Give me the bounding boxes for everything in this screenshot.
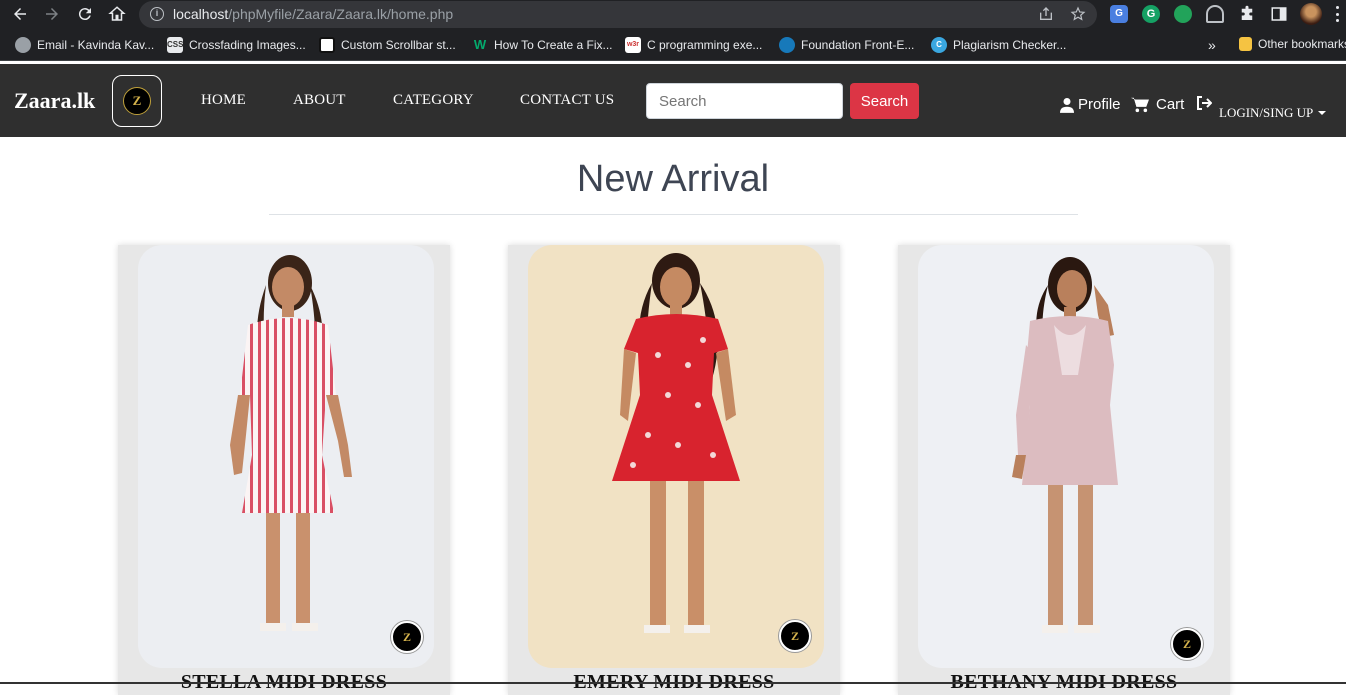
logo-icon: Z: [123, 87, 151, 115]
bookmark-star-icon[interactable]: [1070, 6, 1086, 22]
nav-category[interactable]: CATEGORY: [393, 92, 474, 109]
product-image[interactable]: [528, 245, 824, 668]
bookmark-email[interactable]: Email - Kavinda Kav...: [15, 37, 154, 53]
translate-extension-icon[interactable]: G: [1110, 5, 1128, 23]
product-card[interactable]: Z EMERY MIDI DRESS: [508, 245, 840, 695]
brand-badge-icon: Z: [779, 620, 811, 652]
globe-icon: [15, 37, 31, 53]
w3r-icon: w3r: [625, 37, 641, 53]
nav-contact-us[interactable]: CONTACT US: [520, 92, 614, 109]
address-bar[interactable]: i localhost/phpMyfile/Zaara/Zaara.lk/hom…: [139, 1, 1097, 28]
folder-icon: [1239, 37, 1252, 51]
cart-icon: [1131, 97, 1149, 112]
extension-green-icon[interactable]: [1174, 5, 1192, 23]
c-icon: C: [931, 37, 947, 53]
product-card[interactable]: Z BETHANY MIDI DRESS: [898, 245, 1230, 695]
product-card[interactable]: Z STELLA MIDI DRESS: [118, 245, 450, 695]
css3-icon: CSS: [167, 37, 183, 53]
forward-icon[interactable]: [41, 3, 63, 25]
address-bar-row: i localhost/phpMyfile/Zaara/Zaara.lk/hom…: [0, 0, 1346, 29]
site-info-icon[interactable]: i: [150, 7, 164, 21]
bookmarks-bar: Email - Kavinda Kav... CSS Crossfading Im…: [0, 29, 1346, 61]
w-icon: W: [473, 37, 487, 52]
other-bookmarks[interactable]: Other bookmarks: [1239, 37, 1346, 51]
reload-icon[interactable]: [74, 3, 96, 25]
brand-badge-icon: Z: [391, 621, 423, 653]
grammarly-extension-icon[interactable]: G: [1142, 5, 1160, 23]
brand-logo[interactable]: Z: [112, 75, 162, 127]
codepen-icon: [319, 37, 335, 53]
bookmark-foundation[interactable]: Foundation Front-E...: [779, 37, 914, 53]
bookmark-scrollbar[interactable]: Custom Scrollbar st...: [319, 37, 456, 53]
nav-about[interactable]: ABOUT: [293, 92, 346, 109]
home-icon[interactable]: [106, 3, 128, 25]
search-input[interactable]: [646, 83, 843, 119]
extensions-puzzle-icon[interactable]: [1238, 5, 1256, 23]
product-image[interactable]: [138, 245, 434, 668]
bookmark-plagiarism[interactable]: C Plagiarism Checker...: [931, 37, 1066, 53]
brand-name[interactable]: Zaara.lk: [14, 88, 95, 114]
cart-link[interactable]: Cart: [1131, 96, 1184, 113]
nav-home[interactable]: HOME: [201, 92, 246, 109]
site-navbar: Zaara.lk Z HOME ABOUT CATEGORY CONTACT U…: [0, 64, 1346, 137]
title-divider: [269, 214, 1078, 215]
section-title: New Arrival: [576, 158, 770, 200]
product-image[interactable]: [918, 245, 1214, 668]
user-icon: [1060, 97, 1074, 113]
url-text: localhost/phpMyfile/Zaara/Zaara.lk/home.…: [173, 6, 454, 22]
share-icon[interactable]: [1038, 6, 1054, 22]
bookmark-c-programming[interactable]: w3r C programming exe...: [625, 37, 762, 53]
sidepanel-icon[interactable]: [1270, 5, 1288, 23]
login-dropdown[interactable]: LOGIN/SING UP: [1219, 105, 1327, 121]
profile-link[interactable]: Profile: [1060, 96, 1121, 113]
menu-kebab-icon[interactable]: [1336, 6, 1340, 22]
profile-avatar[interactable]: [1300, 3, 1322, 25]
caret-down-icon: [1318, 111, 1327, 115]
browser-chrome: i localhost/phpMyfile/Zaara/Zaara.lk/hom…: [0, 0, 1346, 61]
logout-icon: [1197, 96, 1212, 110]
bookmark-crossfading[interactable]: CSS Crossfading Images...: [167, 37, 306, 53]
search-button[interactable]: Search: [850, 83, 919, 119]
bookmark-howto[interactable]: W How To Create a Fix...: [472, 37, 613, 53]
more-bookmarks-button[interactable]: »: [1208, 37, 1216, 53]
foundation-icon: [779, 37, 795, 53]
extension-dome-icon[interactable]: [1206, 5, 1224, 23]
back-icon[interactable]: [9, 3, 31, 25]
brand-badge-icon: Z: [1171, 628, 1203, 660]
